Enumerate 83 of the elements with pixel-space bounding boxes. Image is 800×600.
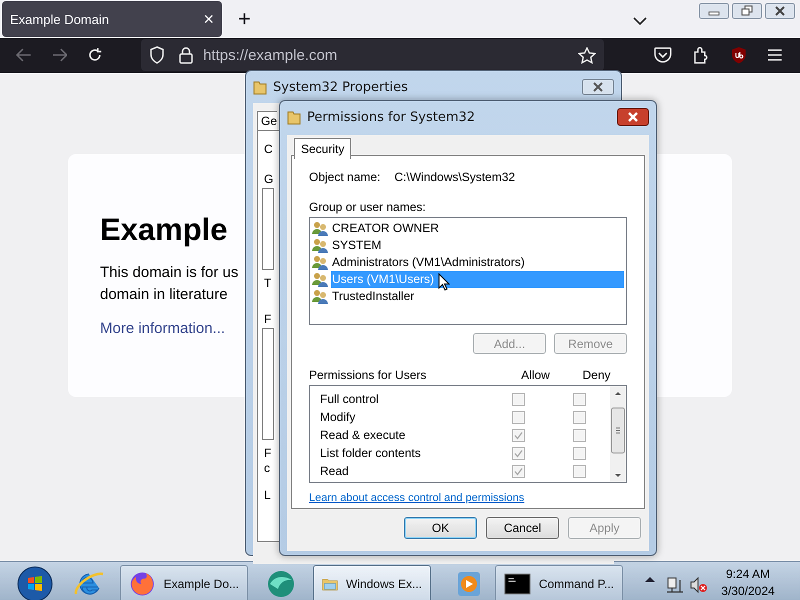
scrollbar[interactable] [610,386,626,482]
user-list-item[interactable]: SYSTEM [331,237,624,254]
users-icon [312,255,329,270]
start-button[interactable] [17,566,53,600]
clock-date[interactable]: 3/30/2024 [721,582,775,600]
shield-icon[interactable] [149,46,166,64]
label-fragment: F [264,446,272,460]
pocket-icon[interactable] [654,47,672,64]
dialog-button[interactable]: OK [404,517,477,539]
url-text: https://example.com [203,46,338,64]
star-icon[interactable] [578,46,596,64]
taskbar-button[interactable]: Windows Ex... [313,564,431,600]
object-name-value: C:\Windows\System32 [394,170,516,184]
tray-arrow-icon[interactable] [645,576,655,582]
permission-name: Modify [320,410,356,424]
checkbox[interactable] [573,410,586,424]
user-list-item[interactable]: CREATOR OWNER [331,220,624,237]
label-fragment: L [264,488,271,502]
permission-name: Read [320,464,350,478]
permission-name: Read & execute [320,428,406,442]
back-icon[interactable] [16,48,32,62]
lock-icon [179,46,194,64]
mouse-cursor-icon [438,273,450,291]
checkbox[interactable] [512,446,525,460]
object-name-label: Object name: [309,170,380,184]
folder-icon [253,79,267,95]
close-button[interactable] [765,3,795,19]
reload-icon[interactable] [87,47,104,64]
more-information-link[interactable]: More information... [100,320,226,337]
window-title: Permissions for System32 [307,110,476,124]
checkbox[interactable] [573,464,586,478]
allow-header: Allow [520,368,551,383]
user-list-item[interactable]: TrustedInstaller [331,288,624,305]
address-bar[interactable]: https://example.com [141,39,604,72]
page-paragraph: This domain is for us domain in literature [100,262,238,305]
tab-title: Example Domain [10,12,109,27]
label-fragment: c [264,461,270,475]
label-fragment: C [264,142,273,156]
tab-close-button[interactable]: × [203,8,214,30]
taskbar-button[interactable]: Command P... [495,564,623,600]
security-tab[interactable]: Security [294,138,352,159]
users-icon [312,221,329,236]
checkbox[interactable] [573,392,586,406]
user-list-item[interactable]: Administrators (VM1\Administrators) [331,254,624,271]
window-title: System32 Properties [273,80,408,94]
checkbox[interactable] [573,428,586,442]
shield-badge-icon[interactable] [730,46,748,64]
page-heading: Example [100,212,228,248]
chevron-down-icon[interactable] [633,17,647,25]
puzzle-icon[interactable] [692,46,710,64]
taskbar-button[interactable]: Example Do... [120,564,248,600]
general-tab[interactable]: Ge [257,111,278,130]
new-tab-button[interactable]: + [238,6,251,32]
checkbox[interactable] [512,464,525,478]
browser-tab[interactable]: Example Domain × [2,1,222,38]
checkbox[interactable] [512,428,525,442]
network-icon[interactable] [666,576,684,594]
close-button[interactable] [617,108,649,126]
folder-icon [287,109,301,125]
minimize-button[interactable] [699,3,729,19]
users-icon [312,289,329,304]
checkbox[interactable] [573,446,586,460]
menu-icon[interactable] [767,48,783,62]
checkbox[interactable] [512,410,525,424]
users-icon [312,238,329,253]
permission-name: Full control [320,392,380,406]
restore-button[interactable] [732,3,762,19]
dialog-button[interactable]: Cancel [486,517,559,539]
users-icon [312,272,329,287]
forward-icon[interactable] [52,48,68,62]
terminal-icon [504,572,531,596]
group-names-label: Group or user names: [309,200,427,214]
permissions-label: Permissions for Users [309,368,428,383]
close-button[interactable] [582,79,614,95]
deny-header: Deny [581,368,612,383]
clock-time[interactable]: 9:24 AM [726,566,770,583]
label-fragment: T [264,276,272,290]
muted-speaker-icon[interactable] [690,576,708,594]
label-fragment: F [264,312,272,326]
checkbox[interactable] [512,392,525,406]
permission-name: List folder contents [320,446,422,460]
label-fragment: G [264,172,274,186]
access-control-link[interactable]: Learn about access control and permissions [309,492,524,504]
